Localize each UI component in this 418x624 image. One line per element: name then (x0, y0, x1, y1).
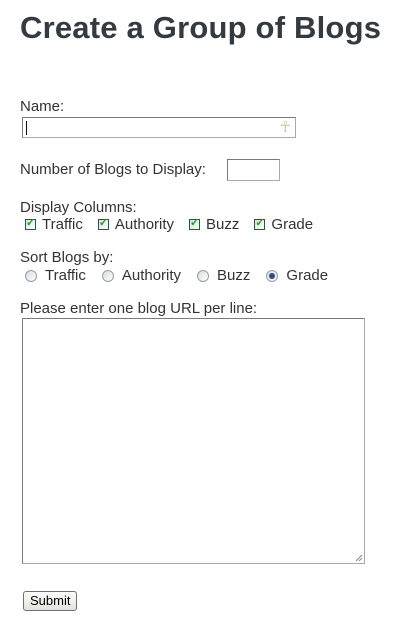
radio-label: Buzz (217, 267, 251, 284)
resize-grip-icon[interactable] (354, 553, 363, 562)
radio-label: Grade (286, 267, 329, 284)
display-column-authority[interactable]: ✓ Authority (94, 216, 174, 233)
name-input[interactable]: ☥ (22, 117, 296, 138)
checkbox-traffic[interactable]: ✓ (25, 217, 36, 230)
sort-option-traffic[interactable]: Traffic (20, 267, 86, 284)
checkbox-buzz[interactable]: ✓ (189, 217, 201, 230)
sort-by-group: Traffic Authority Buzz Grade (20, 267, 339, 284)
number-label: Number of Blogs to Display: (20, 161, 206, 178)
checkmark-icon: ✓ (26, 217, 36, 229)
radio-label: Authority (121, 267, 182, 284)
checkbox-label: Authority (114, 216, 175, 233)
sort-option-buzz[interactable]: Buzz (192, 267, 250, 284)
urls-label: Please enter one blog URL per line: (20, 300, 258, 317)
radio-traffic[interactable] (25, 269, 37, 282)
sort-by-label: Sort Blogs by: (20, 249, 114, 266)
radio-label: Traffic (45, 267, 86, 284)
checkmark-icon: ✓ (98, 217, 109, 229)
checkmark-icon: ✓ (190, 217, 200, 229)
checkbox-label: Traffic (42, 216, 83, 233)
checkbox-label: Buzz (206, 216, 240, 233)
display-column-grade[interactable]: ✓ Grade (250, 216, 313, 233)
page: Create a Group of Blogs Name: ☥ Number o… (0, 0, 418, 624)
radio-buzz[interactable] (197, 269, 210, 282)
display-columns-group: ✓ Traffic ✓ Authority ✓ Buzz ✓ Grade (21, 216, 324, 233)
checkmark-icon: ✓ (255, 217, 265, 229)
blog-urls-textarea[interactable] (22, 318, 365, 564)
number-of-blogs-input[interactable] (227, 159, 280, 181)
display-column-traffic[interactable]: ✓ Traffic (21, 216, 83, 233)
radio-authority[interactable] (101, 269, 114, 282)
sort-option-grade[interactable]: Grade (261, 267, 328, 284)
text-caret (26, 121, 27, 135)
radio-grade[interactable] (266, 269, 279, 282)
name-label: Name: (20, 98, 65, 115)
display-columns-label: Display Columns: (20, 199, 137, 216)
checkbox-authority[interactable]: ✓ (97, 217, 109, 230)
submit-button[interactable]: Submit (23, 591, 78, 611)
ankh-icon[interactable]: ☥ (280, 118, 291, 137)
page-title: Create a Group of Blogs (20, 10, 382, 45)
checkbox-label: Grade (271, 216, 314, 233)
display-column-buzz[interactable]: ✓ Buzz (185, 216, 239, 233)
sort-option-authority[interactable]: Authority (97, 267, 181, 284)
checkbox-grade[interactable]: ✓ (254, 217, 266, 230)
